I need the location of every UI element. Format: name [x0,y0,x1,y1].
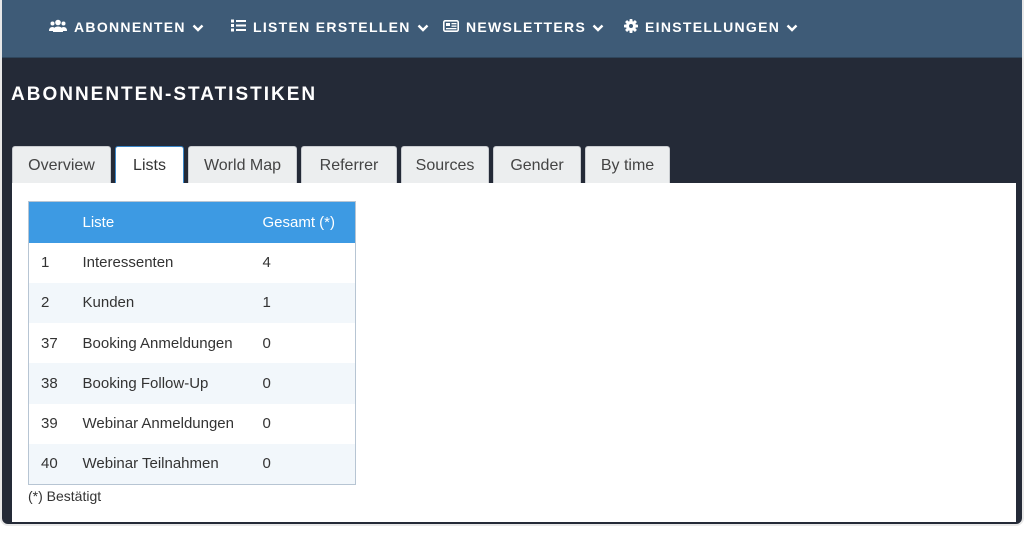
row-total: 0 [262,415,271,433]
chevron-down-icon [192,19,204,35]
table-row: 1 Interessenten 4 [29,243,356,283]
row-id: 2 [28,282,83,324]
nav-item-einstellungen[interactable]: EINSTELLUNGEN [624,0,798,54]
table-row: 39 Webinar Anmeldungen 0 [29,404,356,444]
row-list-name: Webinar Teilnahmen [82,443,263,485]
footnote: (*) Bestätigt [28,488,102,504]
column-header-id[interactable] [28,201,83,243]
row-id: 40 [28,443,83,485]
column-header-gesamt[interactable]: Gesamt (*) [262,201,356,243]
row-list-name: Kunden [82,282,263,324]
row-id: 39 [41,415,58,433]
nav-label: NEWSLETTERS [466,19,587,35]
newspaper-icon [443,19,459,35]
nav-label: ABONNENTEN [74,19,186,35]
tab-world-map[interactable]: World Map [188,146,297,184]
chevron-down-icon [592,19,604,35]
table-row: 37 Booking Anmeldungen 0 [29,323,356,363]
tab-panel-lists: Liste Gesamt (*) 1 Interessenten 4 2 Kun… [12,183,1016,522]
users-icon [49,19,67,35]
tab-gender[interactable]: Gender [493,146,581,184]
nav-item-listen-erstellen[interactable]: LISTEN ERSTELLEN [231,0,429,54]
row-total: 1 [262,282,356,324]
tab-referrer[interactable]: Referrer [301,146,397,184]
row-total: 4 [262,254,271,272]
top-navbar: ABONNENTEN LISTEN ERSTELLEN NEWSLETTERS [2,0,1022,58]
row-total: 0 [262,363,356,404]
tab-sources[interactable]: Sources [401,146,489,184]
table-row: 40 Webinar Teilnahmen 0 [28,443,356,485]
frame: ABONNENTEN LISTEN ERSTELLEN NEWSLETTERS [0,0,1024,533]
table-row: 38 Booking Follow-Up 0 [28,363,356,404]
table-header-row: Liste Gesamt (*) [28,201,356,243]
nav-label: EINSTELLUNGEN [645,19,781,35]
row-list-name: Booking Anmeldungen [82,334,233,352]
app-window: ABONNENTEN LISTEN ERSTELLEN NEWSLETTERS [0,0,1024,526]
gear-icon [624,18,638,36]
column-header-liste[interactable]: Liste [82,201,263,243]
nav-label: LISTEN ERSTELLEN [253,19,411,35]
row-id: 1 [41,254,50,272]
page-title: ABONNENTEN-STATISTIKEN [11,84,318,105]
nav-item-abonnenten[interactable]: ABONNENTEN [49,0,204,54]
row-id: 38 [28,363,83,404]
tab-overview[interactable]: Overview [12,146,111,184]
row-total: 0 [262,334,271,352]
row-total: 0 [262,443,356,485]
row-id: 37 [41,334,58,352]
nav-item-newsletters[interactable]: NEWSLETTERS [443,0,604,54]
tab-lists[interactable]: Lists [115,146,184,185]
list-statistics-table: Liste Gesamt (*) 1 Interessenten 4 2 Kun… [28,201,356,485]
tab-by-time[interactable]: By time [585,146,670,184]
table-row: 2 Kunden 1 [28,282,356,324]
row-list-name: Webinar Anmeldungen [82,415,235,433]
list-icon [231,19,246,35]
row-list-name: Interessenten [82,254,174,272]
chevron-down-icon [417,19,429,35]
row-list-name: Booking Follow-Up [82,363,263,404]
chevron-down-icon [786,19,798,35]
